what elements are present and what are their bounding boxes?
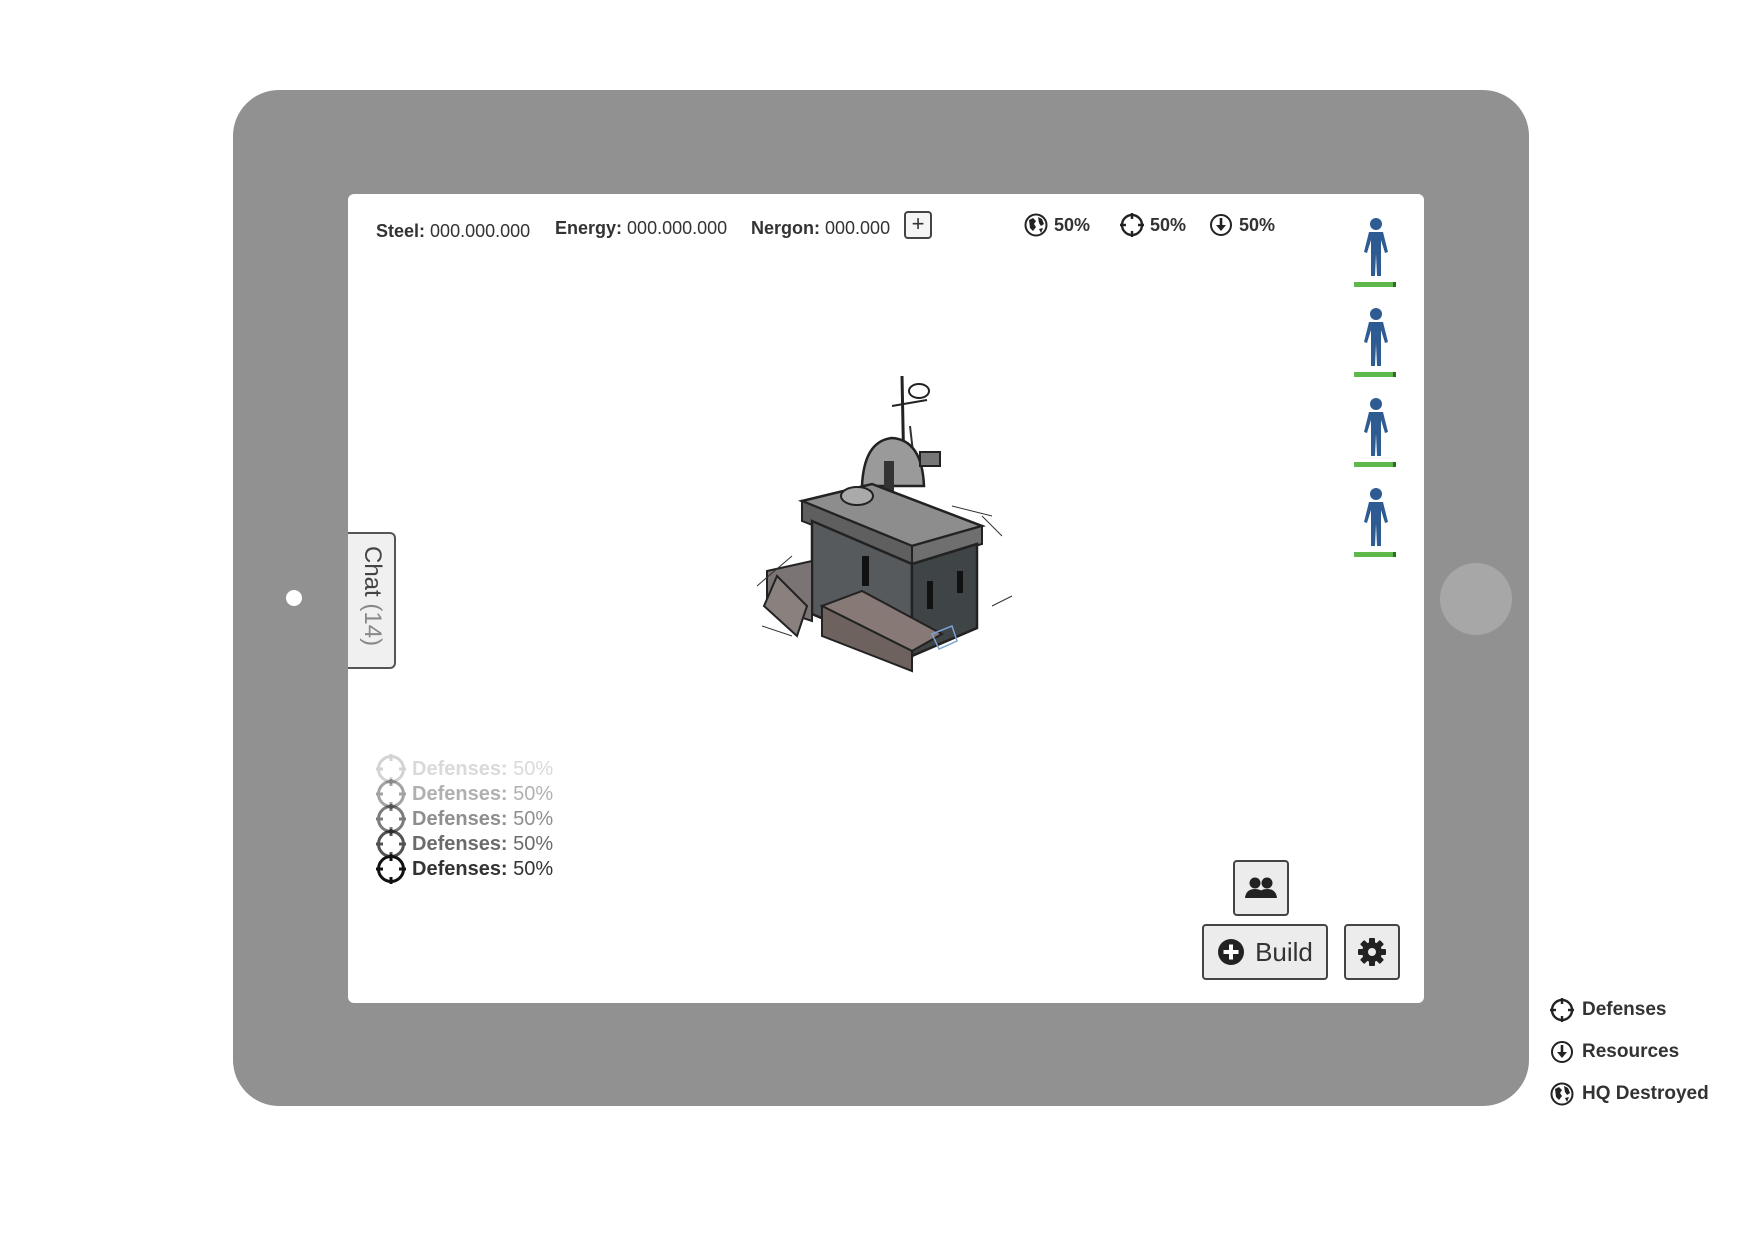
player-slot[interactable] [1354, 218, 1398, 287]
chat-label: Chat [359, 546, 386, 597]
energy-resource: Energy: 000.000.000 [555, 217, 727, 239]
plus-circle-icon [1218, 939, 1245, 965]
settings-button[interactable] [1344, 924, 1400, 980]
legend-hq-destroyed: HQ Destroyed [1550, 1082, 1709, 1106]
legend-defenses: Defenses [1550, 998, 1667, 1022]
log-entry-value: 50% [513, 757, 554, 780]
person-icon [1364, 398, 1388, 456]
game-screen: Steel: 000.000.000 Energy: 000.000.000 N… [348, 194, 1424, 1003]
log-entry-value: 50% [513, 857, 554, 880]
steel-value: 000.000.000 [430, 221, 531, 241]
camera-dot [286, 590, 302, 606]
player-slot[interactable] [1354, 308, 1398, 377]
hq-destroyed-value: 50% [1054, 214, 1091, 235]
player-slot[interactable] [1354, 488, 1398, 557]
log-entry-value: 50% [513, 782, 554, 805]
nergon-resource: Nergon: 000.000 [751, 217, 890, 239]
legend-resources-label: Resources [1582, 1041, 1680, 1062]
defenses-stat: 50% [1120, 213, 1186, 237]
player-health-bar [1354, 282, 1396, 287]
log-entry: Defenses: 50% [376, 854, 553, 884]
chat-count: (14) [359, 603, 386, 647]
player-health-bar [1354, 462, 1396, 467]
build-button-label: Build [1255, 936, 1313, 967]
log-entry-label: Defenses: [412, 857, 508, 880]
person-icon [1364, 218, 1388, 276]
users-icon [1245, 877, 1277, 898]
legend-hq-destroyed-label: HQ Destroyed [1582, 1083, 1709, 1104]
log-entry-label: Defenses: [412, 807, 508, 830]
log-entry-label: Defenses: [412, 832, 508, 855]
nergon-value: 000.000 [825, 218, 891, 238]
person-icon [1364, 488, 1388, 546]
energy-label: Energy: [555, 218, 623, 238]
crosshair-icon [1120, 213, 1144, 237]
resources-stat: 50% [1209, 213, 1275, 237]
nergon-label: Nergon: [751, 218, 820, 238]
globe-icon [1550, 1082, 1574, 1106]
legend-defenses-label: Defenses [1582, 999, 1667, 1020]
download-arrow-icon [1551, 1041, 1573, 1063]
player-slot[interactable] [1354, 398, 1398, 467]
log-entry-label: Defenses: [412, 782, 508, 805]
resources-value: 50% [1239, 214, 1276, 235]
log-entry-label: Defenses: [412, 757, 508, 780]
player-health-bar [1354, 552, 1396, 557]
add-resources-button[interactable]: + [904, 211, 932, 239]
gear-icon [1358, 938, 1386, 966]
player-health-bar [1354, 372, 1396, 377]
chat-tab[interactable]: Chat (14) [348, 532, 396, 669]
legend-resources: Resources [1550, 1040, 1679, 1064]
headquarters-building-image[interactable] [752, 366, 1042, 686]
steel-resource: Steel: 000.000.000 [376, 220, 530, 242]
person-icon [1364, 308, 1388, 366]
defenses-value: 50% [1150, 214, 1187, 235]
crosshair-icon [376, 854, 406, 884]
build-button[interactable]: Build [1202, 924, 1328, 980]
download-arrow-icon [1210, 214, 1232, 236]
crosshair-icon [1550, 998, 1574, 1022]
hq-destroyed-stat: 50% [1024, 213, 1090, 237]
players-button[interactable] [1233, 860, 1289, 916]
globe-icon [1024, 213, 1048, 237]
energy-value: 000.000.000 [627, 218, 728, 238]
steel-label: Steel: [376, 221, 426, 241]
log-entry-value: 50% [513, 807, 554, 830]
log-entry-value: 50% [513, 832, 554, 855]
home-button[interactable] [1440, 563, 1512, 635]
